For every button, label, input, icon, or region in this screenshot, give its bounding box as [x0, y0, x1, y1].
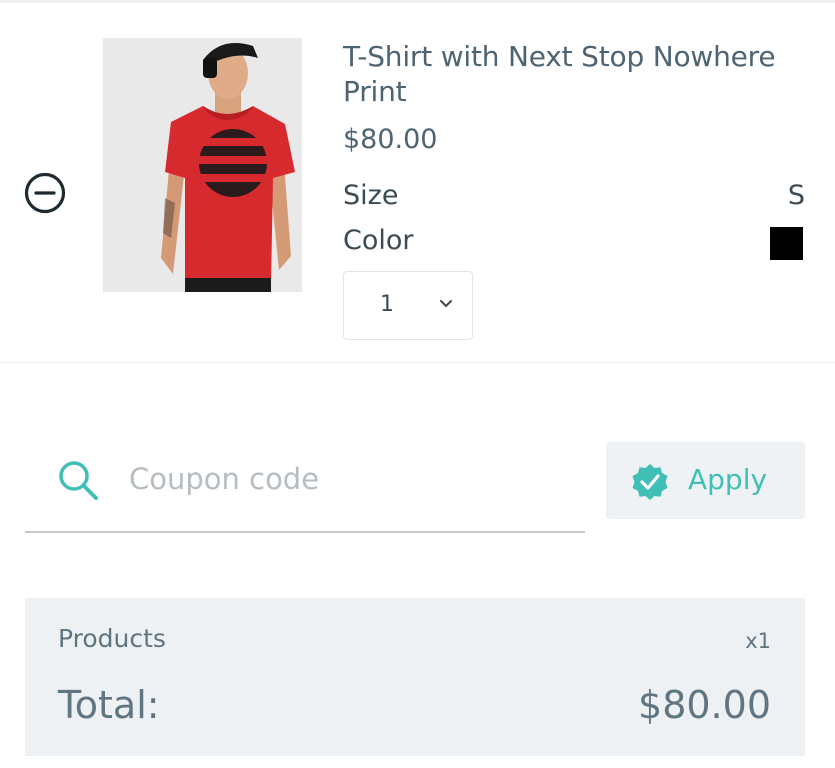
- size-label: Size: [343, 180, 399, 211]
- total-value: $80.00: [638, 683, 771, 727]
- order-summary: Products x1 Total: $80.00: [25, 598, 805, 756]
- quantity-select[interactable]: 1: [343, 271, 473, 340]
- remove-item-button[interactable]: [23, 171, 67, 215]
- minus-circle-icon: [24, 172, 66, 214]
- coupon-field: [25, 440, 585, 533]
- product-title[interactable]: T-Shirt with Next Stop Nowhere Print: [343, 39, 803, 109]
- color-row: Color: [343, 225, 805, 261]
- product-image[interactable]: [103, 38, 302, 292]
- products-label: Products: [58, 624, 166, 653]
- color-swatch: [770, 227, 803, 260]
- size-row: Size S: [343, 180, 805, 216]
- apply-button[interactable]: Apply: [606, 442, 805, 519]
- product-price: $80.00: [343, 124, 438, 155]
- coupon-input[interactable]: [129, 454, 569, 504]
- apply-label: Apply: [688, 463, 768, 496]
- check-badge-icon: [632, 464, 668, 500]
- search-icon: [59, 461, 98, 500]
- size-value: S: [787, 180, 805, 211]
- tshirt-model-photo: [103, 38, 302, 292]
- color-label: Color: [343, 225, 414, 256]
- products-count: x1: [745, 629, 771, 653]
- quantity-value: 1: [380, 292, 394, 317]
- cart-item: T-Shirt with Next Stop Nowhere Print $80…: [0, 3, 835, 363]
- chevron-down-icon: [440, 300, 452, 307]
- total-label: Total:: [58, 683, 160, 727]
